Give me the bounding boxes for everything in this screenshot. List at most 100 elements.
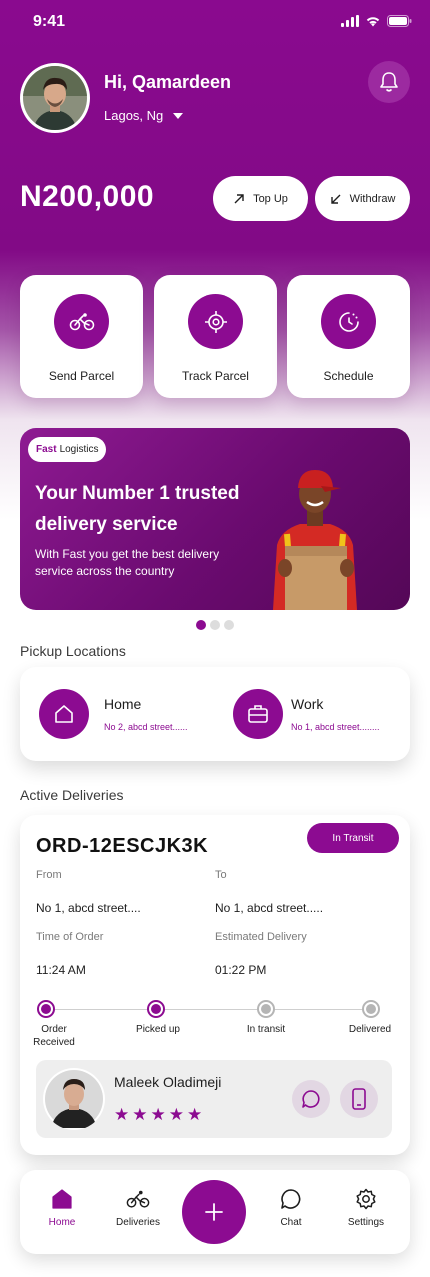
greeting-text: Hi, Qamardeen: [104, 72, 232, 92]
briefcase-icon: [248, 705, 268, 723]
nav-home-label: Home: [48, 1217, 76, 1228]
eta-label: Estimated Delivery: [215, 931, 307, 943]
phone-icon: [352, 1088, 366, 1110]
plus-icon: [205, 1203, 223, 1221]
nav-home[interactable]: Home: [27, 1188, 97, 1228]
banner-brand-suffix: Logistics: [59, 444, 99, 455]
caret-down-icon: [173, 112, 184, 119]
home-location-address: No 2, abcd street......: [104, 722, 188, 732]
pagination-dot-active[interactable]: [196, 620, 206, 630]
add-button[interactable]: [182, 1180, 246, 1244]
notification-button[interactable]: [368, 61, 410, 103]
banner-pagination: [196, 620, 234, 630]
arrow-down-left-icon: [330, 194, 341, 204]
call-driver-button[interactable]: [340, 1080, 378, 1118]
pagination-dot[interactable]: [210, 620, 220, 630]
work-location-address: No 1, abcd street........: [291, 722, 380, 732]
schedule-card[interactable]: Schedule: [287, 275, 410, 398]
active-delivery-card[interactable]: ORD-12ESCJK3K In Transit From No 1, abcd…: [20, 815, 410, 1155]
home-icon: [55, 705, 73, 723]
eta-value: 01:22 PM: [215, 963, 267, 977]
track-parcel-label: Track Parcel: [182, 369, 249, 383]
track-parcel-icon-circle: [188, 294, 243, 349]
bicycle-icon: [126, 1190, 150, 1208]
wallet-balance: N200,000: [20, 180, 155, 213]
schedule-label: Schedule: [323, 369, 374, 383]
bell-icon: [380, 72, 398, 92]
chat-bubble-icon: [302, 1090, 320, 1108]
nav-chat[interactable]: Chat: [256, 1188, 326, 1228]
from-value: No 1, abcd street....: [36, 901, 141, 915]
step-order-received-label: Order Received: [33, 1024, 75, 1048]
home-icon: [52, 1189, 72, 1209]
promo-banner[interactable]: Fast Logistics Your Number 1 trusted del…: [20, 428, 410, 610]
driver-panel: Maleek Oladimeji ★ ★ ★ ★ ★: [36, 1060, 392, 1138]
nav-deliveries-label: Deliveries: [116, 1217, 160, 1228]
top-up-button[interactable]: Top Up: [213, 176, 308, 221]
step-in-transit-marker: [257, 1000, 275, 1018]
pickup-home[interactable]: Home No 2, abcd street......: [39, 689, 188, 739]
star-icon: ★: [168, 1105, 184, 1124]
order-id: ORD-12ESCJK3K: [36, 835, 209, 857]
nav-settings[interactable]: Settings: [331, 1188, 401, 1228]
chat-driver-button[interactable]: [292, 1080, 330, 1118]
status-badge: In Transit: [307, 823, 399, 853]
banner-text: With Fast you get the best delivery serv…: [35, 547, 220, 578]
location-selector[interactable]: Lagos, Ng: [104, 108, 184, 123]
wifi-icon: [366, 17, 380, 27]
home-icon-circle: [39, 689, 89, 739]
arrow-up-right-icon: [234, 193, 244, 203]
signal-icon: [341, 15, 359, 27]
step-picked-up-marker: [147, 1000, 165, 1018]
banner-title: Your Number 1 trusted delivery service: [35, 483, 240, 535]
star-icon: ★: [132, 1105, 148, 1124]
step-delivered-marker: [362, 1000, 380, 1018]
order-time-label: Time of Order: [36, 931, 104, 943]
bottom-navigation: Home Deliveries Chat Settings: [20, 1170, 410, 1254]
driver-avatar: [43, 1068, 105, 1130]
deliveries-section-title: Active Deliveries: [20, 787, 124, 803]
send-parcel-card[interactable]: Send Parcel: [20, 275, 143, 398]
driver-name: Maleek Oladimeji: [114, 1074, 222, 1090]
gear-icon: [356, 1188, 376, 1210]
to-label: To: [215, 869, 227, 881]
withdraw-button[interactable]: Withdraw: [315, 176, 410, 221]
nav-chat-label: Chat: [280, 1217, 302, 1228]
order-time-value: 11:24 AM: [36, 963, 86, 977]
banner-brand-tag: Fast Logistics: [28, 437, 107, 462]
pickup-work[interactable]: Work No 1, abcd street........: [233, 689, 380, 739]
withdraw-label: Withdraw: [349, 192, 396, 205]
nav-deliveries[interactable]: Deliveries: [103, 1188, 173, 1228]
driver-photo: [45, 1070, 103, 1128]
work-location-name: Work: [291, 696, 324, 712]
status-icons: [341, 15, 412, 27]
star-icon: ★: [114, 1105, 130, 1124]
bicycle-icon: [69, 312, 94, 330]
home-location-name: Home: [104, 696, 142, 712]
to-value: No 1, abcd street.....: [215, 901, 324, 915]
pagination-dot[interactable]: [224, 620, 234, 630]
user-avatar[interactable]: [20, 63, 90, 133]
top-up-label: Top Up: [253, 192, 288, 205]
send-parcel-label: Send Parcel: [48, 369, 115, 383]
banner-brand: Fast: [36, 444, 57, 455]
star-icon: ★: [187, 1105, 203, 1124]
target-icon: [204, 310, 227, 333]
driver-rating: ★ ★ ★ ★ ★: [114, 1106, 202, 1123]
step-picked-up-label: Picked up: [136, 1024, 180, 1035]
step-delivered-label: Delivered: [348, 1024, 392, 1035]
star-icon: ★: [150, 1105, 166, 1124]
nav-settings-label: Settings: [347, 1217, 385, 1228]
status-time: 9:41: [33, 13, 66, 30]
pickup-locations-card: Home No 2, abcd street...... Work No 1, …: [20, 667, 410, 761]
clock-icon: [338, 311, 359, 332]
send-parcel-icon-circle: [54, 294, 109, 349]
step-in-transit-label: In transit: [246, 1024, 286, 1035]
battery-icon: [387, 15, 412, 27]
progress-track: [45, 1009, 371, 1010]
schedule-icon-circle: [321, 294, 376, 349]
from-label: From: [36, 869, 62, 881]
chat-icon: [281, 1189, 301, 1209]
work-icon-circle: [233, 689, 283, 739]
track-parcel-card[interactable]: Track Parcel: [154, 275, 277, 398]
